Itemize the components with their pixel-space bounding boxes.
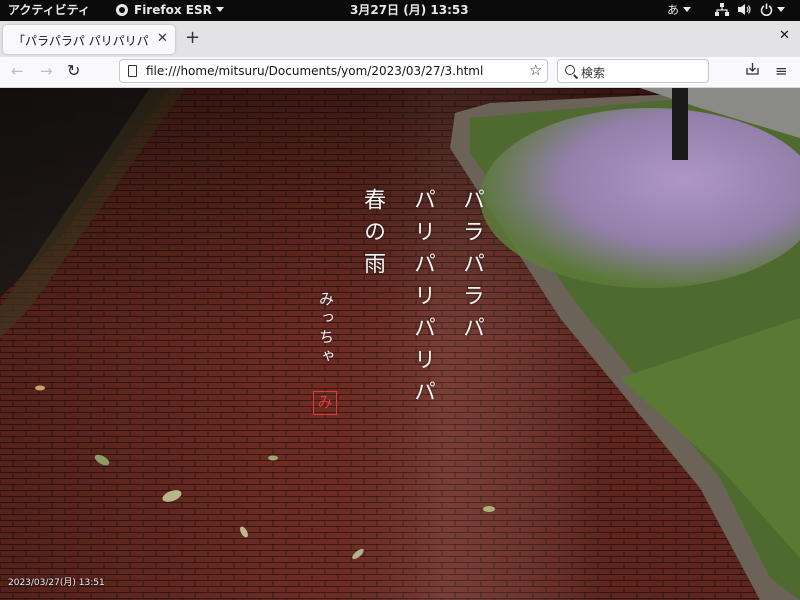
chevron-down-icon xyxy=(777,7,785,12)
page-content: パラパラパ パリパリパリパ 春の雨 みっちゃ み 2023/03/27(月) 1… xyxy=(0,88,800,600)
firefox-icon xyxy=(116,4,128,16)
navigation-toolbar: ← → ↻ file:///home/mitsuru/Documents/yom… xyxy=(0,57,800,88)
app-menu-button[interactable]: Firefox ESR xyxy=(116,0,224,21)
app-name: Firefox ESR xyxy=(134,3,212,17)
author-seal: み xyxy=(313,391,337,415)
back-arrow-icon[interactable]: ← xyxy=(11,61,24,81)
poem-line-2: パリパリパリパ xyxy=(410,188,435,412)
forward-arrow-icon[interactable]: → xyxy=(40,61,53,81)
extensions-icon[interactable] xyxy=(745,61,760,82)
poem-line-3: 春の雨 xyxy=(360,188,385,284)
system-top-bar: アクティビティ Firefox ESR 3月27日 (月) 13:53 あ xyxy=(0,0,800,21)
page-icon xyxy=(128,65,137,77)
hamburger-menu-icon[interactable]: ≡ xyxy=(775,61,788,81)
tab-title: 「パラパラパ パリパリパリパ」 xyxy=(13,34,149,48)
background-photo xyxy=(0,88,800,600)
search-icon xyxy=(565,65,575,75)
input-method-indicator[interactable]: あ xyxy=(667,0,692,21)
browser-tab[interactable]: 「パラパラパ パリパリパリパ」 ✕ xyxy=(3,25,175,54)
poem-line-1: パラパラパ xyxy=(459,188,484,348)
network-icon[interactable] xyxy=(715,0,729,21)
bookmark-star-icon[interactable]: ☆ xyxy=(529,61,542,79)
author-name: みっちゃ xyxy=(317,291,335,367)
power-icon[interactable] xyxy=(760,0,785,21)
volume-icon[interactable] xyxy=(737,0,751,21)
activities-button[interactable]: アクティビティ xyxy=(8,0,90,21)
window-close-icon[interactable]: ✕ xyxy=(779,28,790,43)
tab-close-icon[interactable]: ✕ xyxy=(157,31,168,46)
input-method-label: あ xyxy=(667,3,680,17)
chevron-down-icon xyxy=(215,7,224,12)
url-text[interactable]: file:///home/mitsuru/Documents/yom/2023/… xyxy=(146,64,483,78)
chevron-down-icon xyxy=(683,7,692,12)
url-bar[interactable]: file:///home/mitsuru/Documents/yom/2023/… xyxy=(119,59,548,83)
new-tab-button[interactable]: + xyxy=(185,27,200,49)
photo-timestamp: 2023/03/27(月) 13:51 xyxy=(8,578,105,588)
clock[interactable]: 3月27日 (月) 13:53 xyxy=(350,0,469,21)
search-input[interactable]: 検索 xyxy=(581,64,605,81)
tab-strip: 「パラパラパ パリパリパリパ」 ✕ + ✕ xyxy=(0,21,800,58)
search-bar[interactable]: 検索 xyxy=(557,59,709,83)
reload-icon[interactable]: ↻ xyxy=(67,61,80,81)
